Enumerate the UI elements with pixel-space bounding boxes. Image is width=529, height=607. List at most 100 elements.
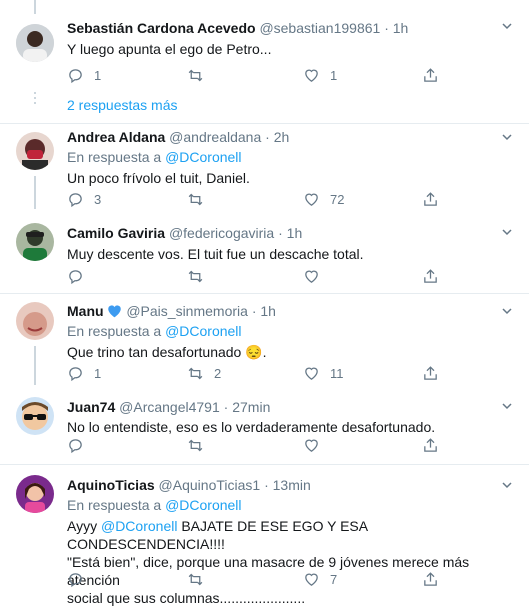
heart-icon bbox=[305, 69, 318, 82]
tweet-actions: 3 72 bbox=[67, 190, 447, 208]
tweet-time[interactable]: 1h bbox=[393, 20, 409, 36]
reply-button[interactable]: 1 bbox=[67, 364, 101, 382]
avatar[interactable] bbox=[16, 24, 54, 62]
reply-context: En respuesta a @DCoronell bbox=[67, 322, 513, 340]
retweet-count: 2 bbox=[214, 365, 222, 381]
reply-button[interactable] bbox=[67, 267, 94, 285]
tweet-time[interactable]: 2h bbox=[274, 129, 290, 145]
reply-count: 1 bbox=[94, 365, 102, 381]
tweet-text-part: Ayyy bbox=[67, 518, 98, 534]
reply-button[interactable]: 1 bbox=[67, 66, 101, 84]
user-handle[interactable]: @Pais_sinmemoria bbox=[126, 303, 248, 319]
display-name[interactable]: AquinoTicias bbox=[67, 477, 155, 493]
share-icon bbox=[424, 268, 437, 283]
share-button[interactable] bbox=[422, 570, 449, 588]
mention-link[interactable]: @DCoronell bbox=[101, 518, 177, 534]
avatar[interactable] bbox=[16, 302, 54, 340]
like-button[interactable]: 72 bbox=[303, 190, 344, 208]
show-more-replies-link[interactable]: 2 respuestas más bbox=[67, 96, 178, 114]
display-name[interactable]: Manu bbox=[67, 303, 104, 319]
like-button[interactable]: 7 bbox=[303, 570, 337, 588]
tweet-aquinoticias[interactable]: AquinoTicias @AquinoTicias1 · 13min En r… bbox=[0, 465, 529, 606]
display-name[interactable]: Sebastián Cardona Acevedo bbox=[67, 20, 256, 36]
retweet-icon bbox=[188, 270, 203, 282]
retweet-button[interactable] bbox=[187, 570, 214, 588]
share-button[interactable] bbox=[422, 190, 449, 208]
retweet-button[interactable] bbox=[187, 66, 214, 84]
tweet-camilo[interactable]: Camilo Gaviria @federicogaviria · 1h Muy… bbox=[0, 209, 529, 293]
display-name[interactable]: Camilo Gaviria bbox=[67, 225, 165, 241]
avatar[interactable] bbox=[16, 397, 54, 435]
tweet-text: Y luego apunta el ego de Petro... bbox=[67, 41, 272, 57]
retweet-icon bbox=[188, 573, 203, 585]
like-button[interactable] bbox=[303, 436, 330, 454]
retweet-button[interactable] bbox=[187, 267, 214, 285]
user-handle[interactable]: @AquinoTicias1 bbox=[159, 477, 261, 493]
retweet-button[interactable] bbox=[187, 190, 214, 208]
user-handle[interactable]: @andrealdana bbox=[169, 129, 261, 145]
tweet-time[interactable]: 1h bbox=[260, 303, 276, 319]
avatar[interactable] bbox=[16, 223, 54, 261]
retweet-icon bbox=[188, 439, 203, 451]
share-button[interactable] bbox=[422, 267, 449, 285]
tweet-juan74[interactable]: Juan74 @Arcangel4791 · 27min No lo enten… bbox=[0, 385, 529, 464]
tweet-text-line: social que sus columnas.................… bbox=[67, 590, 306, 606]
tweet-text: Muy descente vos. El tuit fue un descach… bbox=[67, 246, 364, 262]
user-handle[interactable]: @federicogaviria bbox=[169, 225, 274, 241]
reply-button[interactable]: 3 bbox=[67, 190, 101, 208]
reply-context: En respuesta a @DCoronell bbox=[67, 496, 513, 514]
share-button[interactable] bbox=[422, 364, 449, 382]
tweet-actions: 7 bbox=[67, 570, 447, 588]
share-button[interactable] bbox=[422, 436, 449, 454]
reply-context: En respuesta a @DCoronell bbox=[67, 148, 513, 166]
heart-icon bbox=[305, 573, 318, 586]
thread-connector bbox=[34, 346, 36, 385]
display-name[interactable]: Andrea Aldana bbox=[67, 129, 165, 145]
share-icon bbox=[424, 191, 437, 206]
share-icon bbox=[424, 67, 437, 82]
tweet-time[interactable]: 27min bbox=[232, 399, 270, 415]
tweet-time[interactable]: 1h bbox=[287, 225, 303, 241]
like-button[interactable]: 1 bbox=[303, 66, 337, 84]
reply-thread-feed: Sebastián Cardona Acevedo @sebastian1998… bbox=[0, 0, 529, 606]
reply-prefix: En respuesta a bbox=[67, 497, 162, 513]
tweet-sebastian[interactable]: Sebastián Cardona Acevedo @sebastian1998… bbox=[0, 0, 529, 123]
like-button[interactable] bbox=[303, 267, 330, 285]
display-name[interactable]: Juan74 bbox=[67, 399, 115, 415]
retweet-button[interactable]: 2 bbox=[187, 364, 221, 382]
reply-button[interactable] bbox=[67, 436, 94, 454]
heart-icon bbox=[305, 439, 318, 452]
tweet-actions: 1 2 11 bbox=[67, 364, 447, 382]
mention-link[interactable]: @DCoronell bbox=[165, 149, 241, 165]
tweet-andrea[interactable]: Andrea Aldana @andrealdana · 2h En respu… bbox=[0, 124, 529, 209]
avatar[interactable] bbox=[16, 475, 54, 513]
share-icon bbox=[424, 365, 437, 380]
blue-heart-icon bbox=[108, 305, 122, 318]
reply-prefix: En respuesta a bbox=[67, 323, 162, 339]
tweet-actions bbox=[67, 436, 447, 454]
retweet-icon bbox=[188, 193, 203, 205]
avatar[interactable] bbox=[16, 132, 54, 170]
retweet-icon bbox=[188, 367, 203, 379]
mention-link[interactable]: @DCoronell bbox=[165, 323, 241, 339]
share-icon bbox=[424, 437, 437, 452]
tweet-actions bbox=[67, 267, 447, 285]
share-icon bbox=[424, 571, 437, 586]
user-handle[interactable]: @Arcangel4791 bbox=[119, 399, 220, 415]
reply-icon bbox=[69, 572, 82, 587]
reply-icon bbox=[69, 68, 82, 83]
reply-count: 3 bbox=[94, 191, 102, 207]
tweet-time[interactable]: 13min bbox=[273, 477, 311, 493]
mention-link[interactable]: @DCoronell bbox=[165, 497, 241, 513]
heart-icon bbox=[305, 367, 318, 380]
reply-icon bbox=[69, 366, 82, 381]
like-button[interactable]: 11 bbox=[303, 364, 344, 382]
reply-button[interactable] bbox=[67, 570, 94, 588]
retweet-button[interactable] bbox=[187, 436, 214, 454]
like-count: 7 bbox=[330, 571, 338, 587]
share-button[interactable] bbox=[422, 66, 449, 84]
tweet-text: No lo entendiste, eso es lo verdaderamen… bbox=[67, 419, 436, 435]
like-count: 11 bbox=[330, 365, 344, 381]
tweet-manu[interactable]: Manu @Pais_sinmemoria · 1h En respuesta … bbox=[0, 294, 529, 385]
user-handle[interactable]: @sebastian199861 bbox=[259, 20, 380, 36]
